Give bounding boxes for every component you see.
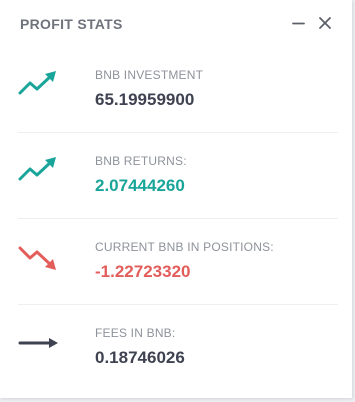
stat-row-bnb-investment: BNB INVESTMENT 65.19959900: [18, 46, 338, 133]
stat-label: CURRENT BNB IN POSITIONS:: [95, 240, 274, 254]
trend-up-icon: [18, 70, 60, 100]
stat-label: BNB RETURNS:: [95, 154, 187, 168]
stat-label: BNB INVESTMENT: [95, 68, 204, 82]
stat-value: 2.07444260: [95, 176, 185, 195]
stat-row-current-bnb-in-positions: CURRENT BNB IN POSITIONS: -1.22723320: [18, 218, 338, 305]
minimize-icon: [292, 22, 305, 25]
stat-label: FEES IN BNB:: [95, 326, 176, 340]
stat-value: -1.22723320: [95, 262, 191, 281]
panel-header: PROFIT STATS: [20, 0, 334, 46]
minimize-button[interactable]: [290, 14, 308, 32]
trend-down-icon: [18, 242, 60, 272]
arrow-right-icon: [18, 328, 60, 358]
stat-row-bnb-returns: BNB RETURNS: 2.07444260: [18, 132, 338, 219]
trend-up-icon: [18, 156, 60, 186]
panel-title: PROFIT STATS: [20, 16, 123, 32]
stat-row-fees-in-bnb: FEES IN BNB: 0.18746026: [18, 304, 338, 390]
profit-stats-panel: PROFIT STATS BNB INVESTMENT 65.19959900: [0, 0, 352, 398]
close-icon: [319, 17, 331, 29]
stat-value: 65.19959900: [95, 90, 195, 109]
close-button[interactable]: [316, 14, 334, 32]
stat-value: 0.18746026: [95, 348, 185, 367]
